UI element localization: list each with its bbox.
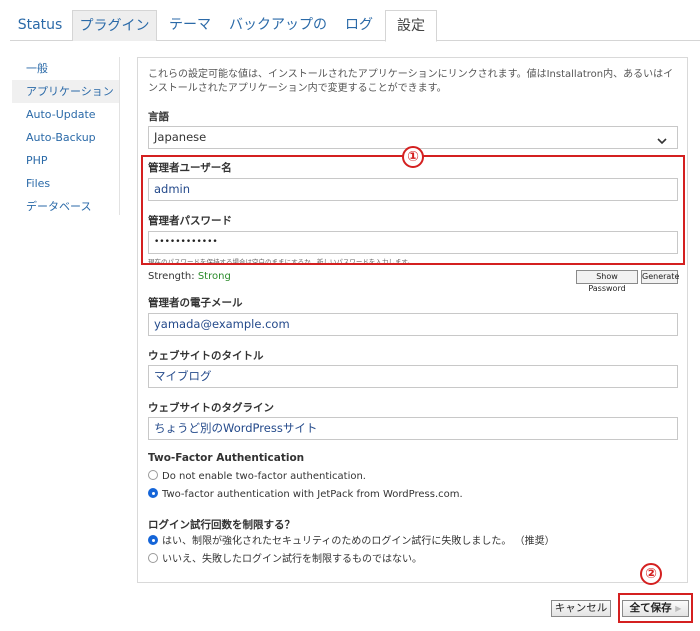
intro-text: これらの設定可能な値は、インストールされたアプリケーションにリンクされます。値は… [148,69,674,94]
strength-value: Strong [197,271,231,282]
login-limit-option-yes[interactable]: はい、制限が強化されたセキュリティのためのログイン試行に失敗しました。 （推奨） [148,535,555,549]
radio-unselected[interactable] [148,470,158,480]
language-label: 言語 [148,111,169,123]
two-factor-option-label: Do not enable two-factor authentication. [162,471,366,482]
tab-settings[interactable]: 設定 [385,10,437,42]
site-title-input[interactable]: マイブログ [148,365,678,388]
tab-plugins[interactable]: プラグイン [72,10,157,41]
settings-sidebar: 一般 アプリケーション Auto-Update Auto-Backup PHP … [12,57,120,215]
login-limit-option-no[interactable]: いいえ、失敗したログイン試行を制限するものではない。 [148,553,422,567]
tab-logs[interactable]: ログ [335,10,383,41]
sidebar-item-files[interactable]: Files [12,172,119,195]
settings-tabs: Status プラグイン テーマ バックアップの ログ 設定 [10,10,700,42]
two-factor-option-disable[interactable]: Do not enable two-factor authentication. [148,470,366,484]
sidebar-item-php[interactable]: PHP [12,149,119,172]
play-arrow-icon: ▶ [675,604,682,613]
admin-email-input[interactable]: yamada@example.com [148,313,678,336]
site-tagline-label: ウェブサイトのタグライン [148,402,274,414]
radio-unselected[interactable] [148,553,158,563]
two-factor-option-label: Two-factor authentication with JetPack f… [162,489,463,500]
strength-label: Strength: [148,271,195,282]
admin-email-label: 管理者の電子メール [148,297,243,309]
show-password-button[interactable]: Show Password [576,270,638,293]
cancel-button[interactable]: キャンセル [551,600,611,617]
annotation-box-admin-credentials [141,155,685,265]
password-strength: Strength: Strong [148,271,231,282]
save-all-label: 全て保存 [629,602,672,614]
language-value: Japanese [154,130,207,144]
login-limit-option-label: いいえ、失敗したログイン試行を制限するものではない。 [162,554,422,565]
sidebar-item-general[interactable]: 一般 [12,57,119,80]
site-title-label: ウェブサイトのタイトル [148,350,264,362]
radio-selected[interactable] [148,535,158,545]
sidebar-item-auto-update[interactable]: Auto-Update [12,103,119,126]
site-tagline-input[interactable]: ちょうど別のWordPressサイト [148,417,678,440]
login-limit-option-label: はい、制限が強化されたセキュリティのためのログイン試行に失敗しました。 （推奨） [162,536,555,547]
generate-password-button[interactable]: Generate [641,270,679,284]
two-factor-label: Two-Factor Authentication [148,452,305,464]
login-limit-label: ログイン試行回数を制限する？ [148,519,295,531]
annotation-number-1: ① [402,146,424,168]
application-settings-panel: これらの設定可能な値は、インストールされたアプリケーションにリンクされます。値は… [137,57,688,583]
tab-themes[interactable]: テーマ [159,10,221,41]
annotation-number-2: ② [640,563,662,585]
chevron-down-icon [657,131,667,152]
tab-backups[interactable]: バックアップの [223,10,333,41]
tab-status[interactable]: Status [10,10,70,41]
sidebar-item-database[interactable]: データベース [12,195,119,218]
radio-selected[interactable] [148,488,158,498]
sidebar-item-auto-backup[interactable]: Auto-Backup [12,126,119,149]
sidebar-item-application[interactable]: アプリケーション [12,80,119,103]
two-factor-option-jetpack[interactable]: Two-factor authentication with JetPack f… [148,488,463,502]
save-all-button[interactable]: 全て保存 ▶ [622,600,689,617]
